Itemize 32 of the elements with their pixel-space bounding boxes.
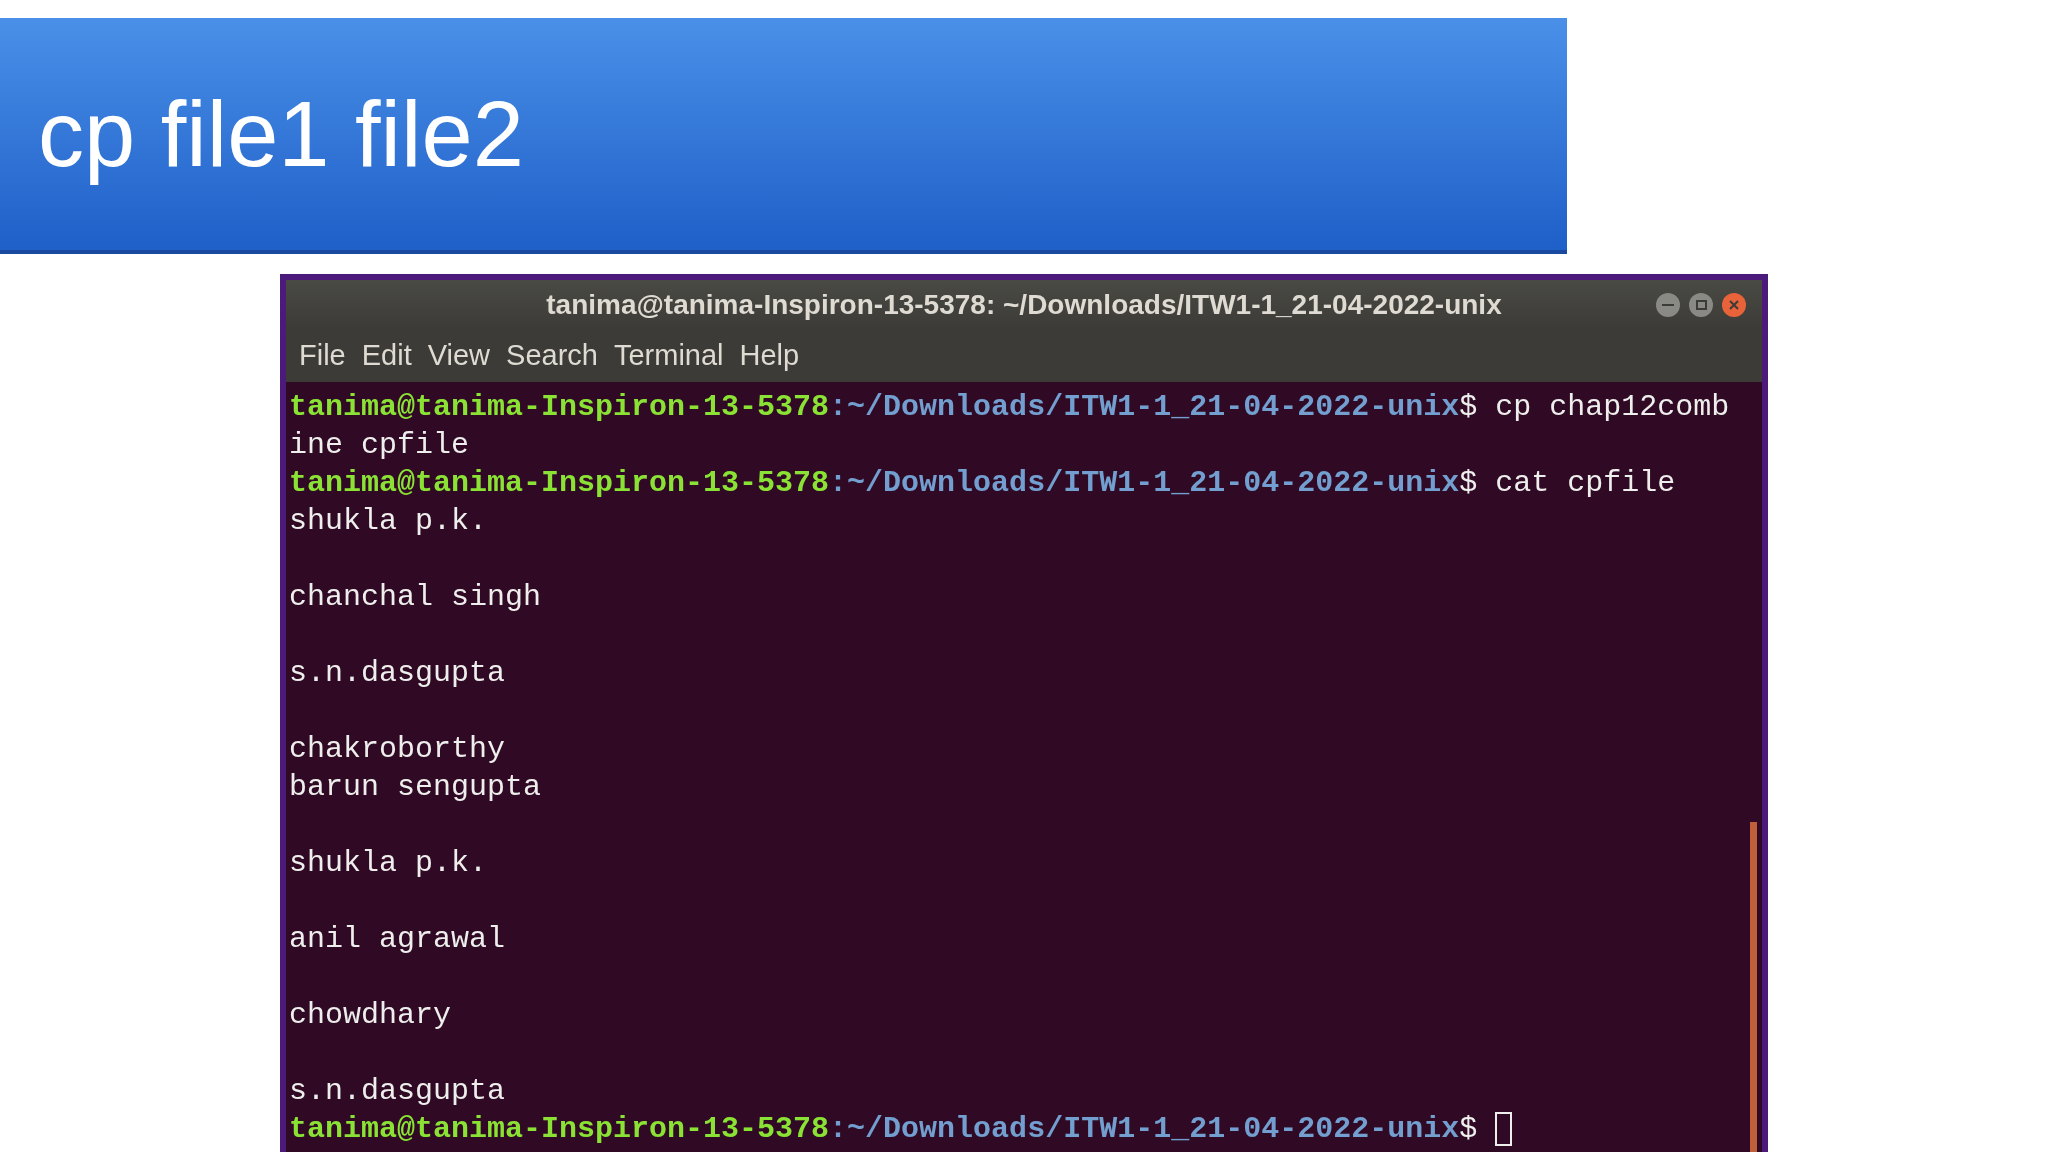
output-line: chakroborthy xyxy=(289,730,506,768)
minimize-button[interactable] xyxy=(1656,293,1680,317)
command-text: $ cp chap12comb xyxy=(1459,388,1730,426)
menu-item[interactable]: Terminal xyxy=(608,334,729,378)
menu-item[interactable]: File xyxy=(294,334,351,378)
window-title: tanima@tanima-Inspiron-13-5378: ~/Downloads/ITW1-1_21-04-2022-unix xyxy=(546,288,1502,322)
prompt-user: tanima@tanima-Inspiron-13-5378 xyxy=(289,388,830,426)
output-line: chowdhary xyxy=(289,996,452,1034)
output-line: shukla p.k. xyxy=(289,502,488,540)
prompt-user: tanima@tanima-Inspiron-13-5378 xyxy=(289,464,830,502)
output-line: barun sengupta xyxy=(289,768,542,806)
command-text: $ xyxy=(1459,1110,1479,1148)
output-line: chanchal singh xyxy=(289,578,542,616)
menu-item[interactable]: Search xyxy=(501,334,603,378)
prompt-user: tanima@tanima-Inspiron-13-5378 xyxy=(289,1110,830,1148)
output-line: s.n.dasgupta xyxy=(289,654,506,692)
menu-item[interactable]: Edit xyxy=(356,334,417,378)
output-line: s.n.dasgupta xyxy=(289,1072,506,1110)
prompt-path: :~/Downloads/ITW1-1_21-04-2022-unix xyxy=(829,1110,1460,1148)
menu-item[interactable]: Help xyxy=(734,334,805,378)
close-icon xyxy=(1729,300,1739,310)
menu-item[interactable]: View xyxy=(422,334,496,378)
prompt-path: :~/Downloads/ITW1-1_21-04-2022-unix xyxy=(829,388,1460,426)
output-line: ine cpfile xyxy=(289,426,470,464)
output-line: anil agrawal xyxy=(289,920,506,958)
command-text: $ cat cpfile xyxy=(1459,464,1676,502)
slide-title: cp file1 file2 xyxy=(38,81,524,187)
maximize-button[interactable] xyxy=(1689,293,1713,317)
scrollbar-thumb[interactable] xyxy=(1750,822,1757,1152)
close-button[interactable] xyxy=(1722,293,1746,317)
prompt-path: :~/Downloads/ITW1-1_21-04-2022-unix xyxy=(829,464,1460,502)
output-line: shukla p.k. xyxy=(289,844,488,882)
